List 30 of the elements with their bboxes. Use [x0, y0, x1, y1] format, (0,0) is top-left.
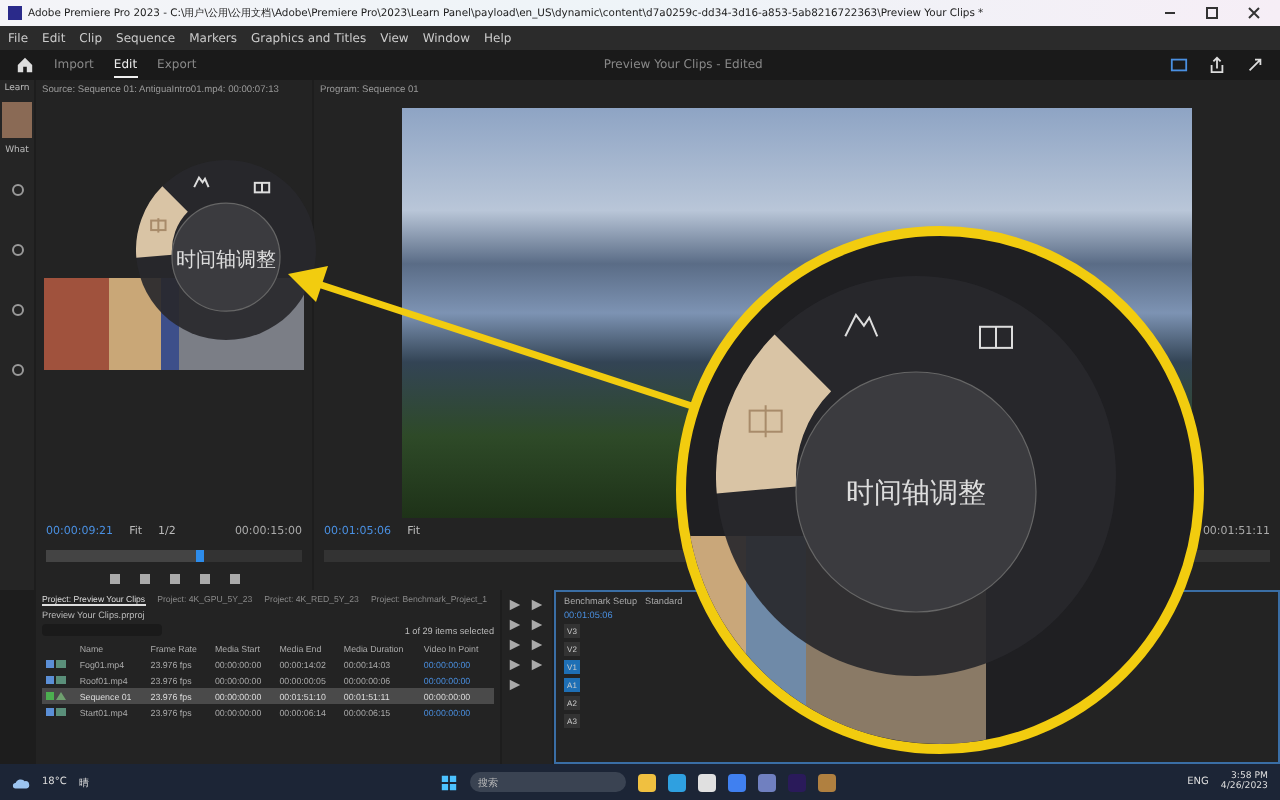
mountain-icon: [844, 313, 879, 338]
playback-icon[interactable]: [229, 573, 239, 583]
book-icon: [253, 181, 271, 194]
radial-menu-center: [171, 202, 281, 312]
tutorial-thumbnail[interactable]: [2, 102, 32, 138]
radial-menu-label: 时间轴调整: [844, 475, 988, 512]
app-icon: [8, 6, 22, 20]
step-icon: [11, 184, 23, 196]
share-icon[interactable]: [1207, 56, 1226, 74]
timeline-icon: [150, 217, 167, 234]
playback-icon[interactable]: [109, 573, 119, 583]
step-icon: [11, 244, 23, 256]
radial-menu-label: 时间轴调整: [174, 247, 278, 274]
start-icon[interactable]: [440, 773, 458, 791]
expand-icon[interactable]: [1245, 56, 1264, 74]
step-icon: [11, 364, 23, 376]
sequence-icon: [56, 691, 67, 699]
timeline-icon: [748, 404, 783, 439]
playhead[interactable]: [195, 550, 204, 562]
panel-icon[interactable]: [1169, 56, 1188, 74]
clip-icon: [56, 707, 67, 715]
mountain-icon: [193, 175, 210, 189]
book-icon: [979, 325, 1013, 350]
cloud-icon: [12, 773, 30, 791]
menu-sector[interactable]: [716, 334, 832, 494]
playback-icon[interactable]: [199, 573, 209, 583]
playback-icon[interactable]: [169, 573, 179, 583]
playback-icon[interactable]: [139, 573, 149, 583]
step-icon: [11, 304, 23, 316]
home-icon[interactable]: [16, 56, 34, 74]
